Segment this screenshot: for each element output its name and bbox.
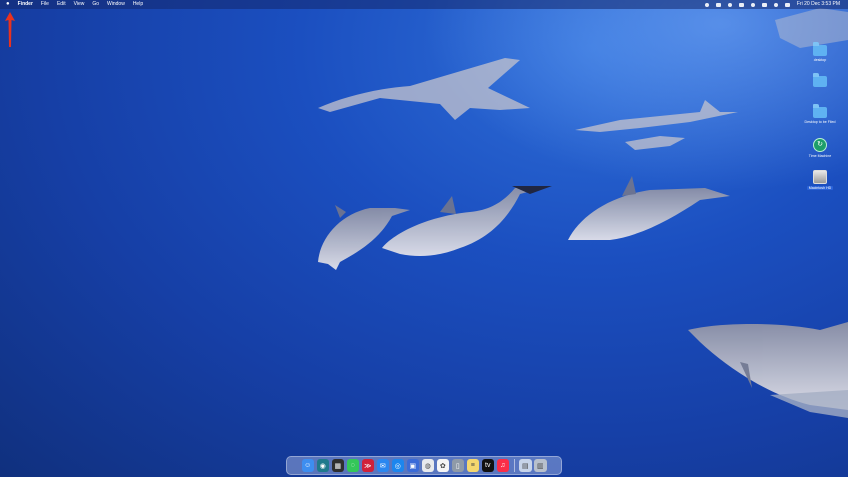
desktop-macintosh-hd[interactable]: Macintosh HD (800, 170, 840, 190)
time-machine-icon: ↻ (813, 138, 827, 152)
hard-drive-icon (813, 170, 827, 184)
menu-clock[interactable]: Fri 20 Dec 3:53 PM (797, 0, 840, 9)
desktop-icon-label: Macintosh HD (806, 186, 834, 190)
mail-icon[interactable]: ✉ (376, 459, 389, 472)
music-icon[interactable]: ♫ (496, 459, 509, 472)
menu-file[interactable]: File (41, 0, 49, 9)
apple-menu-icon[interactable]: ● (6, 0, 10, 9)
control-center-icon[interactable] (761, 2, 767, 7)
desktop-folder-unnamed[interactable] (800, 73, 840, 89)
photo-booth-icon[interactable]: ▦ (331, 459, 344, 472)
downloads-stack-icon[interactable]: ▤ (519, 459, 532, 472)
messages-icon[interactable]: ◌ (346, 459, 359, 472)
menu-go[interactable]: Go (92, 0, 99, 9)
folder-icon (813, 73, 827, 87)
red-arrow-annotation (5, 12, 15, 47)
screen-capture-icon[interactable]: ▣ (406, 459, 419, 472)
menu-help[interactable]: Help (133, 0, 143, 9)
desktop-folder-to-be-filed[interactable]: Desktop to be Filed (800, 104, 840, 124)
finder-icon[interactable]: ☺ (301, 459, 314, 472)
spotlight-search-icon[interactable] (773, 2, 778, 7)
iphone-mirroring-icon[interactable]: ▯ (451, 459, 464, 472)
chrome-icon[interactable]: ◍ (421, 459, 434, 472)
menu-finder[interactable]: Finder (18, 0, 33, 9)
desktop-time-machine[interactable]: ↻ Time Machine (800, 138, 840, 158)
speedify-icon[interactable]: ≫ (361, 459, 374, 472)
wifi-icon[interactable] (750, 2, 755, 7)
launchpad-icon[interactable]: ◉ (316, 459, 329, 472)
battery-icon[interactable] (738, 2, 744, 7)
menu-view[interactable]: View (74, 0, 85, 9)
siri-icon[interactable] (784, 2, 790, 7)
desktop-icon-label: Time Machine (808, 154, 832, 158)
menu-edit[interactable]: Edit (57, 0, 66, 9)
apple-tv-icon[interactable]: tv (481, 459, 494, 472)
menu-window[interactable]: Window (107, 0, 125, 9)
desktop-icon-label: desktop (813, 58, 827, 62)
trash-icon[interactable]: ▥ (534, 459, 547, 472)
dock-separator (513, 459, 515, 472)
focus-moon-icon[interactable] (727, 2, 732, 7)
status-app-icon[interactable] (704, 2, 709, 7)
folder-icon (813, 42, 827, 56)
dock: ☺ ◉ ▦ ◌ ≫ ✉ ◎ ▣ ◍ ✿ ▯ ≡ tv ♫ ▤ ▥ (286, 456, 562, 475)
menu-bar: ● Finder File Edit View Go Window Help F… (0, 0, 848, 9)
folder-icon (813, 104, 827, 118)
status-window-icon[interactable] (715, 2, 721, 7)
dolphin-wallpaper (0, 0, 848, 477)
desktop-folder-desktop[interactable]: desktop (800, 42, 840, 62)
photos-icon[interactable]: ✿ (436, 459, 449, 472)
desktop-icon-label: Desktop to be Filed (804, 120, 836, 124)
safari-icon[interactable]: ◎ (391, 459, 404, 472)
notes-icon[interactable]: ≡ (466, 459, 479, 472)
